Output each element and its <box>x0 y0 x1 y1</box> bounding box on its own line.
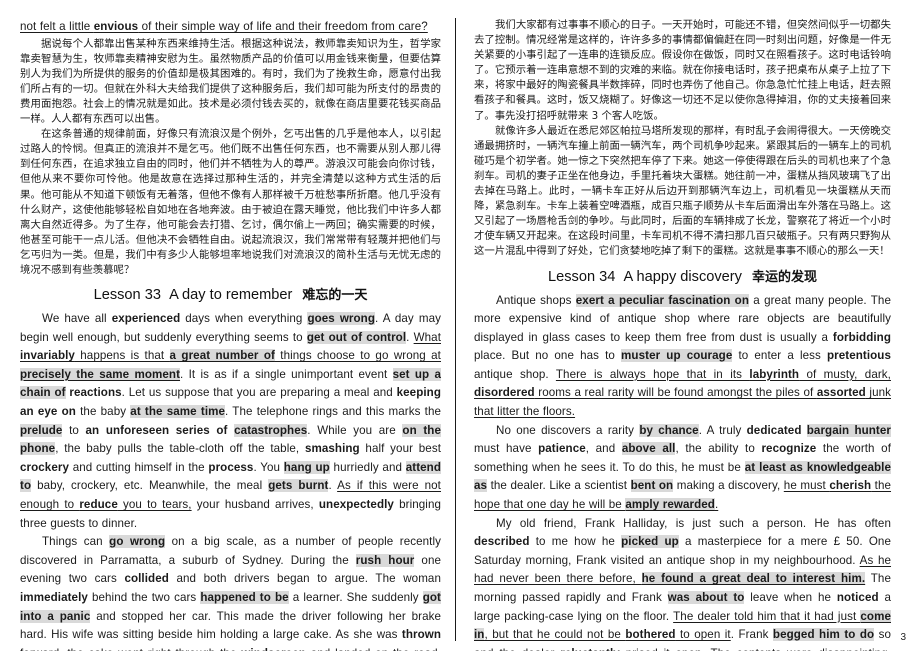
chinese-paragraph-1: 据说每个人都靠出售某种东西来维持生活。根据这种说法，教师靠卖知识为生，哲学家靠卖… <box>20 37 441 126</box>
lesson-33-paragraph-1: We have all experienced days when everyt… <box>20 312 442 530</box>
lesson-34-title-cn: 幸运的发现 <box>751 269 817 285</box>
chinese-paragraph-4: 就像许多人最近在悉尼郊区帕拉马塔所发现的那样，有时乱子会闹得很大。一天傍晚交通最… <box>474 124 891 258</box>
lesson-34-title-en: A happy discovery <box>623 268 742 285</box>
lesson-33-number: Lesson 33 <box>93 287 161 304</box>
lesson-34-paragraph-1: Antique shops exert a peculiar fascinati… <box>474 293 891 419</box>
column-divider <box>455 18 456 641</box>
chinese-paragraph-2: 在这条普通的规律前面，好像只有流浪汉是个例外，乞丐出售的几乎是他本人，以引起过路… <box>20 128 441 276</box>
lesson-34-paragraph-2: No one discovers a rarity by chance. A t… <box>474 423 892 512</box>
two-column-layout: not felt a little envious of their simpl… <box>0 0 920 651</box>
lesson-34-number: Lesson 34 <box>548 268 616 285</box>
lesson-33-title-cn: 难忘的一天 <box>302 288 368 304</box>
page-number: 3 <box>900 632 906 643</box>
lesson-33-title-en: A day to remember <box>169 287 293 304</box>
lesson-33-paragraph-2: Things can go wrong on a big scale, as a… <box>20 535 442 651</box>
left-column: not felt a little envious of their simpl… <box>20 18 450 651</box>
continuation-line: not felt a little envious of their simpl… <box>20 20 428 33</box>
document-page: not felt a little envious of their simpl… <box>0 0 920 651</box>
lesson-34-paragraph-3: My old friend, Frank Halliday, is just s… <box>474 516 892 651</box>
chinese-paragraph-3: 我们大家都有过事事不顺心的日子。一天开始时，可能还不错，但突然间似乎一切都失去了… <box>474 19 891 122</box>
lesson-34-heading: Lesson 34 A happy discovery 幸运的发现 <box>474 264 891 291</box>
right-column: 我们大家都有过事事不顺心的日子。一天开始时，可能还不错，但突然间似乎一切都失去了… <box>461 18 891 651</box>
lesson-33-heading: Lesson 33 A day to remember 难忘的一天 <box>20 282 441 309</box>
